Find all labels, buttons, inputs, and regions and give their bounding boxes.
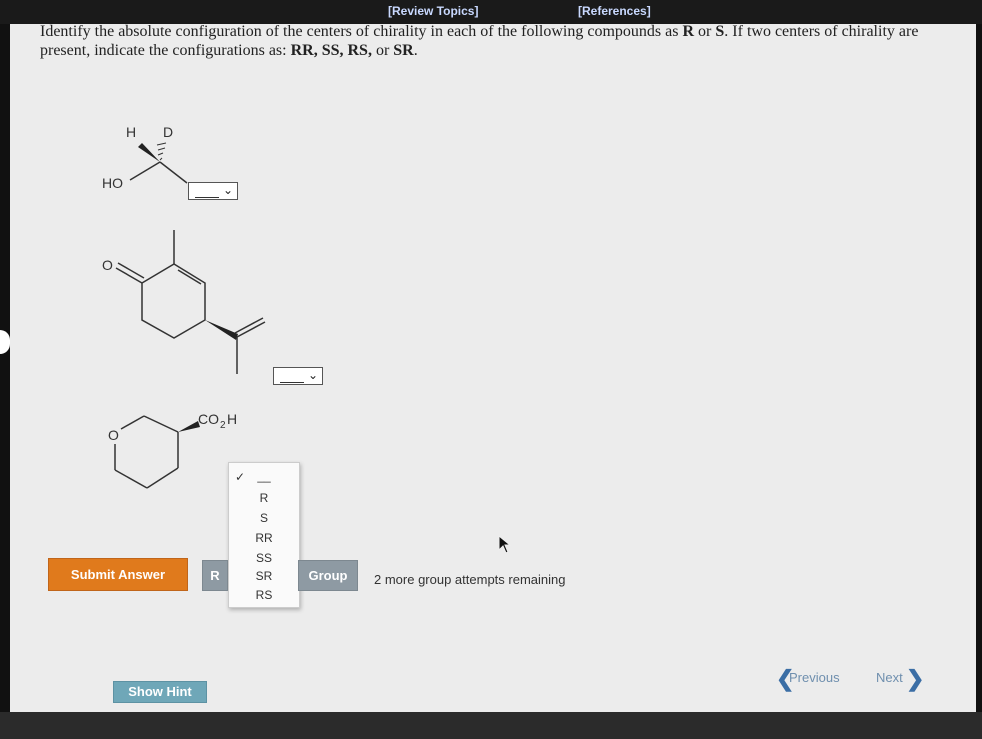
- atom-ho: HO: [102, 175, 123, 191]
- molecule-1: H D HO: [102, 124, 188, 191]
- group-button[interactable]: Group: [298, 560, 358, 591]
- dropdown-option-ss[interactable]: SS: [229, 551, 299, 565]
- chevron-down-icon: ⌄: [222, 183, 233, 197]
- select-blank-value: [280, 371, 304, 383]
- configuration-select-1[interactable]: ⌄: [188, 182, 238, 200]
- retry-entire-group-button[interactable]: R: [202, 560, 228, 591]
- dropdown-option-rr[interactable]: RR: [229, 531, 299, 545]
- atom-d: D: [163, 124, 173, 140]
- chevron-down-icon: ⌄: [307, 368, 318, 382]
- atom-o: O: [102, 257, 113, 273]
- chevron-right-icon[interactable]: ❯: [906, 666, 924, 692]
- configuration-select-2[interactable]: ⌄: [273, 367, 323, 385]
- previous-link[interactable]: Previous: [789, 670, 840, 685]
- atom-subscript: 2: [220, 420, 226, 431]
- configuration-dropdown-menu: ✓ __ R S RR SS SR RS: [228, 462, 300, 608]
- attempts-remaining-text: 2 more group attempts remaining: [374, 572, 566, 587]
- molecule-3: O CO 2 H: [108, 411, 237, 489]
- atom-o: O: [108, 427, 119, 443]
- dropdown-option-s[interactable]: S: [229, 511, 299, 525]
- next-link[interactable]: Next: [876, 670, 903, 685]
- dropdown-option-rs[interactable]: RS: [229, 588, 299, 602]
- atom-co: CO: [198, 411, 219, 427]
- atom-h: H: [126, 124, 136, 140]
- select-blank-value: [195, 186, 219, 198]
- show-hint-button[interactable]: Show Hint: [113, 681, 207, 703]
- atom-h: H: [227, 411, 237, 427]
- dropdown-option-blank[interactable]: __: [229, 469, 299, 483]
- molecule-2: O: [102, 230, 266, 374]
- dropdown-option-sr[interactable]: SR: [229, 569, 299, 583]
- mouse-pointer-icon: [498, 535, 512, 554]
- submit-answer-button[interactable]: Submit Answer: [48, 558, 188, 591]
- molecule-structures: H D HO O O CO 2 H: [102, 124, 266, 489]
- dropdown-option-r[interactable]: R: [229, 491, 299, 505]
- bottom-bezel: [0, 712, 982, 739]
